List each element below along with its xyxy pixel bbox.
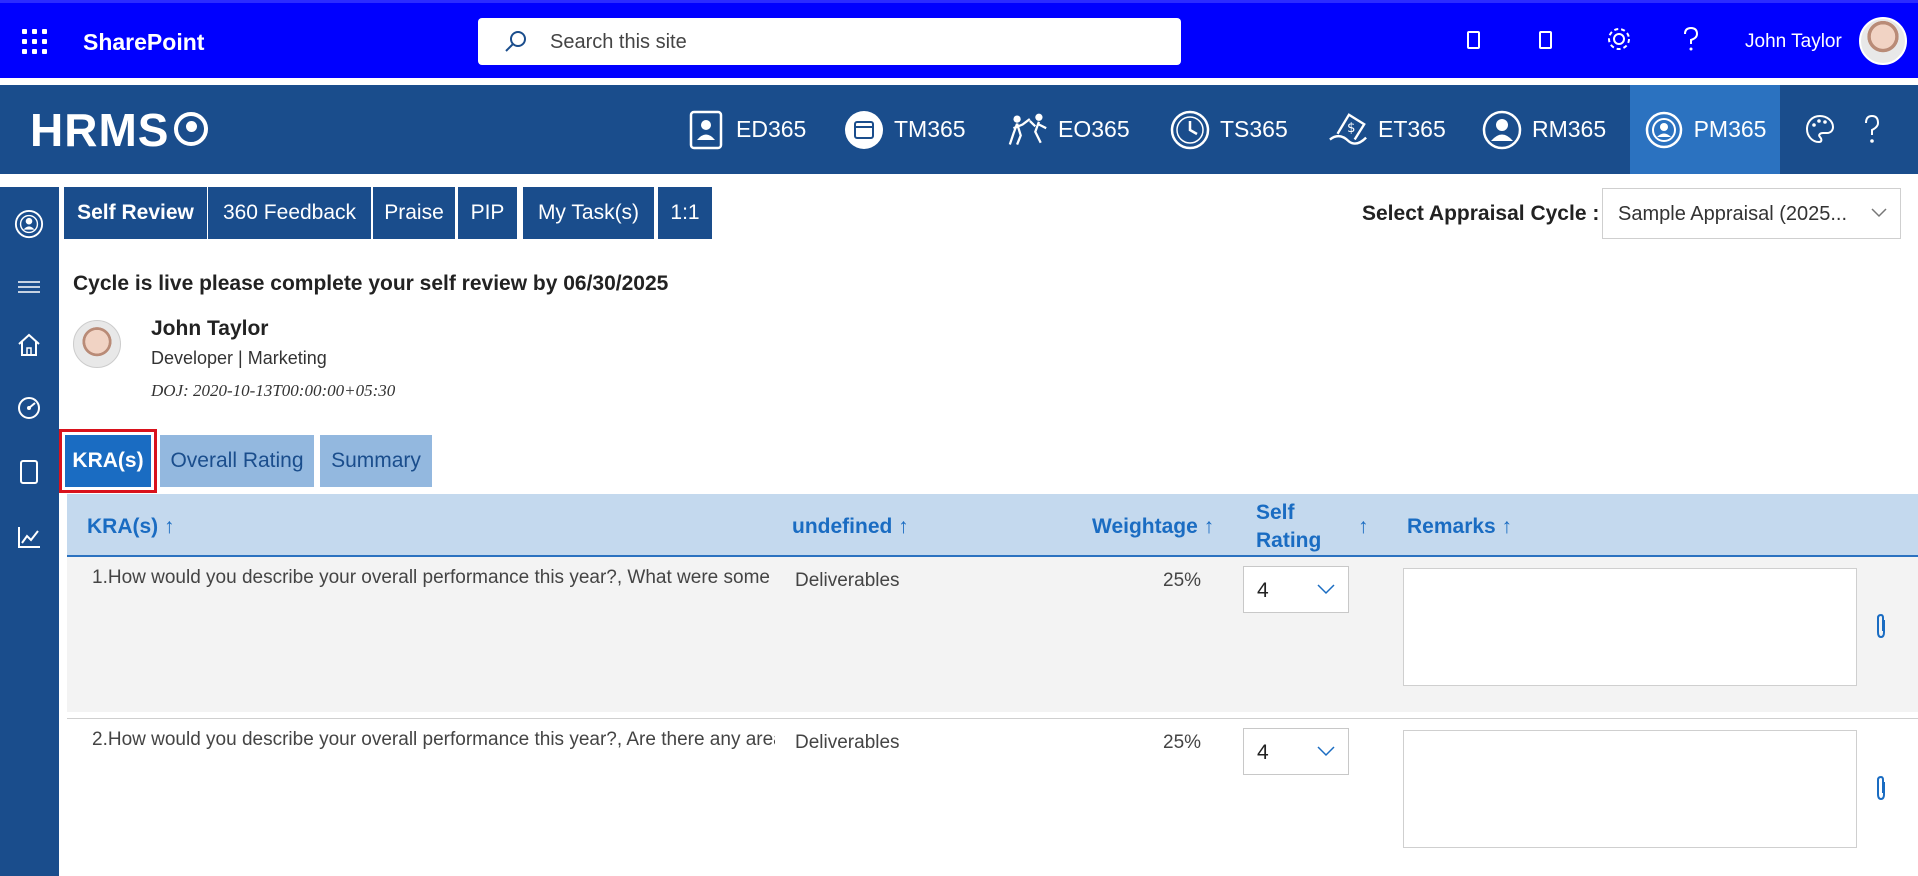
left-navigation-rail (0, 187, 59, 876)
svg-text:$: $ (1347, 120, 1355, 135)
header-category[interactable]: undefined ↑ (792, 515, 909, 539)
home-icon[interactable] (14, 330, 44, 360)
kra-weightage: 25% (1163, 732, 1202, 753)
module-pm365[interactable]: PM365 (1630, 85, 1780, 174)
mobile-icon[interactable] (1466, 27, 1482, 53)
module-label: TM365 (894, 116, 966, 142)
expense-icon: $ (1328, 110, 1368, 150)
kra-table: KRA(s) ↑ undefined ↑ Weightage ↑ Self Ra… (67, 494, 1918, 876)
header-kra[interactable]: KRA(s) ↑ (87, 515, 175, 539)
sharepoint-suite-bar: SharePoint Search this site John Taylor (0, 0, 1918, 78)
module-label: PM365 (1693, 116, 1767, 142)
header-self-rating-sort[interactable]: ↑ (1358, 515, 1369, 539)
self-rating-value: 4 (1257, 741, 1269, 764)
table-row: 2.How would you describe your overall pe… (67, 719, 1918, 876)
module-label: EO365 (1058, 116, 1130, 142)
appraisal-cycle-value: Sample Appraisal (2025... (1618, 203, 1848, 225)
module-rm365[interactable]: RM365 (1482, 85, 1606, 174)
tab-360-feedback[interactable]: 360 Feedback (208, 187, 371, 239)
search-placeholder: Search this site (550, 31, 687, 53)
attachment-paperclip-icon[interactable] (1873, 774, 1889, 802)
clock-icon (1170, 110, 1210, 150)
theme-palette-icon[interactable] (1804, 113, 1836, 145)
performance-icon (1644, 110, 1684, 150)
hrms-app-bar: HRMS ED365 TM365 EO365 TS365 $ ET365 RM3… (0, 85, 1918, 174)
employee-avatar (73, 320, 121, 368)
attachment-paperclip-icon[interactable] (1873, 612, 1889, 640)
module-tm365[interactable]: TM365 (844, 85, 966, 174)
hrms-logo-icon (174, 112, 208, 146)
app-help-icon[interactable] (1862, 113, 1882, 145)
app-launcher-icon[interactable] (22, 29, 48, 55)
profile-circle-icon[interactable] (14, 209, 44, 239)
notebook-icon[interactable] (1538, 27, 1554, 53)
analytics-chart-icon[interactable] (14, 522, 44, 552)
remarks-textarea[interactable] (1403, 730, 1857, 848)
divider (0, 78, 1918, 85)
tab-one-on-one[interactable]: 1:1 (658, 187, 712, 239)
kra-question: 1.How would you describe your overall pe… (92, 567, 775, 588)
subtab-kras[interactable]: KRA(s) (59, 429, 157, 493)
onboarding-icon (1008, 110, 1048, 150)
module-label: ED365 (736, 116, 807, 142)
help-icon[interactable] (1680, 25, 1702, 53)
employee-directory-icon (686, 110, 726, 150)
tab-my-tasks[interactable]: My Task(s) (523, 187, 654, 239)
kra-weightage: 25% (1163, 570, 1202, 591)
table-row: 1.How would you describe your overall pe… (67, 557, 1918, 712)
self-rating-dropdown[interactable]: 4 (1243, 566, 1349, 613)
module-eo365[interactable]: EO365 (1008, 85, 1130, 174)
module-et365[interactable]: $ ET365 (1328, 85, 1446, 174)
header-weightage[interactable]: Weightage ↑ (1092, 515, 1214, 539)
tab-praise[interactable]: Praise (373, 187, 455, 239)
module-ts365[interactable]: TS365 (1170, 85, 1288, 174)
person-icon (1482, 110, 1522, 150)
header-self-rating-line2[interactable]: Rating (1256, 529, 1321, 553)
employee-doj: DOJ: 2020-10-13T00:00:00+05:30 (151, 381, 396, 400)
chevron-down-icon (1317, 584, 1335, 595)
module-ed365[interactable]: ED365 (686, 85, 806, 174)
user-avatar[interactable] (1859, 17, 1907, 65)
subtab-summary[interactable]: Summary (320, 435, 432, 487)
tab-self-review[interactable]: Self Review (64, 187, 207, 239)
chevron-down-icon (1871, 208, 1887, 218)
appraisal-cycle-dropdown[interactable]: Sample Appraisal (2025... (1602, 188, 1901, 239)
chevron-down-icon (1317, 746, 1335, 757)
appraisal-cycle-label: Select Appraisal Cycle : (1362, 202, 1600, 225)
table-header: KRA(s) ↑ undefined ↑ Weightage ↑ Self Ra… (67, 494, 1918, 557)
tab-pip[interactable]: PIP (458, 187, 517, 239)
header-self-rating-line1[interactable]: Self (1256, 501, 1295, 525)
remarks-textarea[interactable] (1403, 568, 1857, 686)
module-label: ET365 (1378, 116, 1446, 142)
subtab-overall-rating[interactable]: Overall Rating (160, 435, 314, 487)
site-search-box[interactable]: Search this site (478, 18, 1181, 65)
settings-gear-icon[interactable] (1605, 25, 1633, 53)
calendar-icon (844, 110, 884, 150)
header-remarks[interactable]: Remarks ↑ (1407, 515, 1512, 539)
menu-hamburger-icon[interactable] (14, 272, 44, 302)
self-rating-dropdown[interactable]: 4 (1243, 728, 1349, 775)
cycle-notice: Cycle is live please complete your self … (73, 272, 669, 295)
kra-question: 2.How would you describe your overall pe… (92, 729, 775, 750)
document-icon[interactable] (14, 457, 44, 487)
module-label: RM365 (1532, 116, 1607, 142)
module-label: TS365 (1220, 116, 1288, 142)
self-rating-value: 4 (1257, 579, 1269, 602)
user-name[interactable]: John Taylor (1745, 31, 1842, 53)
suite-title[interactable]: SharePoint (83, 29, 204, 56)
kra-category: Deliverables (795, 732, 900, 753)
employee-role: Developer | Marketing (151, 348, 327, 368)
search-icon (505, 31, 526, 52)
employee-name: John Taylor (151, 317, 269, 340)
kra-category: Deliverables (795, 570, 900, 591)
hrms-logo[interactable]: HRMS (30, 103, 169, 157)
dashboard-gauge-icon[interactable] (14, 393, 44, 423)
